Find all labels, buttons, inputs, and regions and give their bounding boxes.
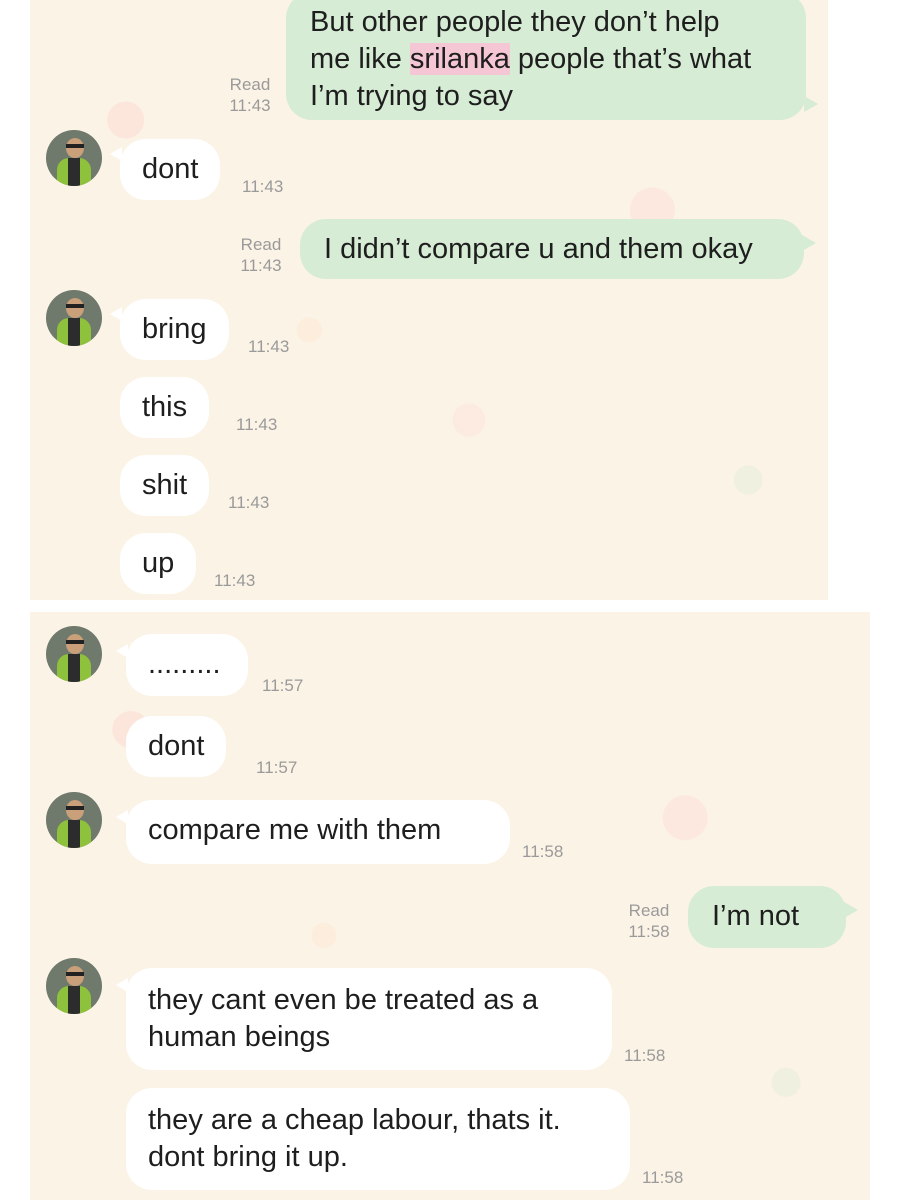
chat-panel-top: Read 11:43 But other people they don’t h… bbox=[30, 0, 828, 600]
avatar-shirt bbox=[68, 654, 80, 682]
avatar-glasses bbox=[66, 972, 84, 976]
message-time: 11:43 bbox=[240, 256, 282, 275]
avatar-head bbox=[66, 800, 84, 820]
incoming-message-bubble[interactable]: shit bbox=[120, 455, 210, 516]
avatar-glasses bbox=[66, 144, 84, 148]
chat-panel-bottom: ......... 11:57 dont 11:57 compare me wi… bbox=[30, 612, 870, 1200]
outgoing-message-bubble[interactable]: But other people they don’t help me like… bbox=[286, 0, 806, 120]
outgoing-message-bubble[interactable]: I’m not bbox=[688, 886, 846, 948]
incoming-message-bubble[interactable]: ......... bbox=[126, 634, 248, 696]
contact-avatar-icon[interactable] bbox=[46, 792, 102, 848]
message-time: 11:58 bbox=[642, 1168, 684, 1187]
message-text: they are a cheap labour, thats it. dont … bbox=[148, 1104, 561, 1173]
avatar-glasses bbox=[66, 806, 84, 810]
message-time: 11:58 bbox=[624, 1046, 666, 1065]
avatar-head bbox=[66, 634, 84, 654]
contact-avatar-icon[interactable] bbox=[46, 130, 102, 186]
incoming-message-bubble[interactable]: compare me with them bbox=[126, 800, 510, 864]
avatar-shirt bbox=[68, 820, 80, 848]
contact-avatar-icon[interactable] bbox=[46, 626, 102, 682]
message-text: this bbox=[142, 391, 188, 423]
message-time: 11:58 bbox=[628, 922, 670, 941]
bubble-tail bbox=[802, 235, 816, 251]
bubble-tail bbox=[804, 96, 818, 112]
message-text: compare me with them bbox=[148, 814, 442, 846]
avatar-glasses bbox=[66, 640, 84, 644]
incoming-message-bubble[interactable]: up bbox=[120, 533, 197, 594]
message-time: 11:43 bbox=[214, 571, 256, 590]
message-text: up bbox=[142, 547, 175, 579]
message-text: I didn’t compare u and them okay bbox=[324, 233, 753, 265]
message-text: they cant even be treated as a human bei… bbox=[148, 984, 539, 1053]
message-time: 11:43 bbox=[242, 177, 284, 196]
contact-avatar-icon[interactable] bbox=[46, 290, 102, 346]
contact-avatar-icon[interactable] bbox=[46, 958, 102, 1014]
message-time: 11:43 bbox=[228, 493, 270, 512]
avatar-shirt bbox=[68, 318, 80, 346]
read-receipt: Read bbox=[229, 75, 271, 94]
avatar-head bbox=[66, 298, 84, 318]
message-text: bring bbox=[142, 313, 207, 345]
message-time: 11:43 bbox=[229, 96, 271, 115]
incoming-message-bubble[interactable]: dont bbox=[120, 139, 221, 200]
message-time: 11:57 bbox=[256, 758, 298, 777]
message-time: 11:43 bbox=[248, 337, 290, 356]
incoming-message-bubble[interactable]: they cant even be treated as a human bei… bbox=[126, 968, 612, 1070]
message-text: I’m not bbox=[712, 900, 800, 932]
message-time: 11:43 bbox=[236, 415, 278, 434]
message-status: Read 11:43 bbox=[236, 234, 286, 276]
message-text: dont bbox=[142, 153, 199, 185]
incoming-message-bubble[interactable]: dont bbox=[126, 716, 227, 777]
avatar-head bbox=[66, 966, 84, 986]
bubble-tail bbox=[844, 902, 858, 918]
read-receipt: Read bbox=[240, 235, 282, 254]
incoming-message-bubble[interactable]: they are a cheap labour, thats it. dont … bbox=[126, 1088, 630, 1190]
message-time: 11:58 bbox=[522, 842, 564, 861]
incoming-message-bubble[interactable]: this bbox=[120, 377, 210, 438]
message-status: Read 11:58 bbox=[624, 900, 674, 942]
incoming-message-bubble[interactable]: bring bbox=[120, 299, 229, 360]
message-status: Read 11:43 bbox=[224, 74, 276, 116]
avatar-shirt bbox=[68, 986, 80, 1014]
message-time: 11:57 bbox=[262, 676, 304, 695]
avatar-glasses bbox=[66, 304, 84, 308]
message-text: shit bbox=[142, 469, 188, 501]
message-text: ......... bbox=[148, 648, 221, 680]
avatar-head bbox=[66, 138, 84, 158]
avatar-shirt bbox=[68, 158, 80, 186]
outgoing-message-bubble[interactable]: I didn’t compare u and them okay bbox=[300, 219, 804, 279]
message-text: dont bbox=[148, 730, 205, 762]
read-receipt: Read bbox=[628, 901, 670, 920]
highlighted-text: srilanka bbox=[409, 43, 510, 75]
